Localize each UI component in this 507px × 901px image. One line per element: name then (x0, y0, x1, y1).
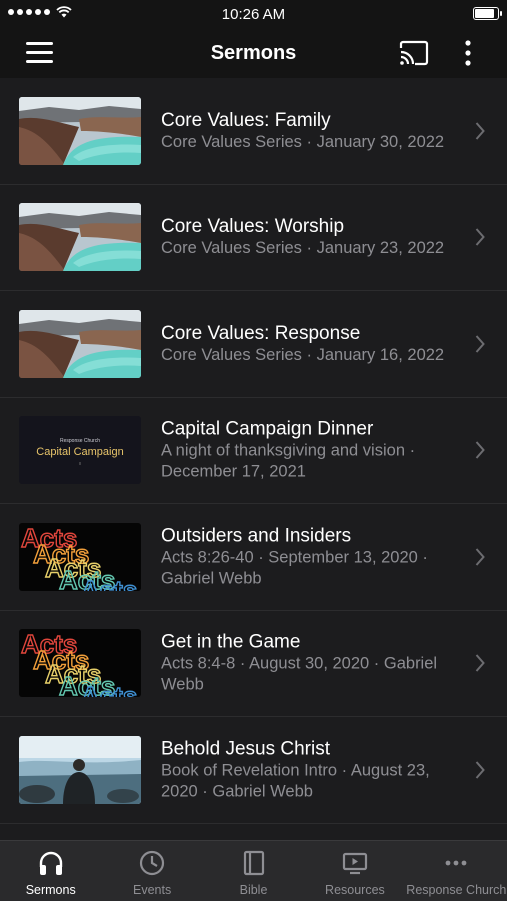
chevron-right-icon (475, 228, 485, 246)
sermon-row-6[interactable]: Behold Jesus Christ Book of Revelation In… (0, 717, 507, 824)
sermon-thumbnail: Response Church Capital Campaign (19, 416, 141, 485)
more-vertical-icon[interactable] (458, 39, 478, 67)
chevron-right-icon (475, 122, 485, 140)
sermon-title: Core Values: Family (161, 109, 331, 131)
sermon-subtitle: A night of thanksgiving and vision · Dec… (161, 441, 416, 481)
chevron-right-icon (475, 548, 485, 566)
svg-text:Acts: Acts (81, 681, 137, 697)
wifi-icon (56, 6, 72, 18)
sermon-thumbnail (19, 203, 141, 272)
tab-events[interactable]: Events (101, 841, 202, 901)
signal-wifi (8, 6, 72, 18)
sermon-title: Behold Jesus Christ (161, 738, 330, 760)
sermon-subtitle: Book of Revelation Intro · August 23, 20… (161, 761, 430, 801)
book-icon (243, 850, 264, 876)
chevron-right-icon (475, 441, 485, 459)
sermon-thumbnail: Acts Acts Acts Acts Acts (19, 629, 141, 698)
clock-icon (140, 850, 165, 876)
nav-bar: Sermons (0, 28, 507, 78)
sermon-subtitle: Core Values Series · January 30, 2022 (161, 132, 445, 151)
tv-play-icon (342, 852, 368, 875)
sermon-row-5[interactable]: Acts Acts Acts Acts Acts Get in the Game… (0, 611, 507, 717)
headphones-icon (39, 851, 62, 875)
sermon-row-2[interactable]: Core Values: Response Core Values Series … (0, 291, 507, 398)
sermon-title: Outsiders and Insiders (161, 525, 352, 547)
svg-text:Capital Campaign: Capital Campaign (36, 446, 123, 458)
tab-label: Resources (325, 883, 385, 897)
more-horizontal-icon (445, 860, 467, 866)
sermon-title: Capital Campaign Dinner (161, 418, 374, 440)
page-title: Sermons (210, 41, 297, 64)
sermon-row-4[interactable]: Acts Acts Acts Acts Acts Outsiders and I… (0, 504, 507, 611)
sermon-row-0[interactable]: Core Values: Family Core Values Series · … (0, 78, 507, 185)
sermon-subtitle: Core Values Series · January 23, 2022 (161, 239, 445, 258)
tab-label: Response Church (406, 883, 507, 897)
tab-sermons[interactable]: Sermons (0, 841, 101, 901)
tab-resources[interactable]: Resources (304, 841, 405, 901)
sermon-thumbnail (19, 735, 141, 804)
battery-icon (473, 7, 502, 20)
chevron-right-icon (475, 761, 485, 779)
sermon-title: Core Values: Worship (161, 216, 345, 238)
svg-text:Acts: Acts (81, 575, 137, 591)
cast-icon[interactable] (398, 39, 430, 67)
sermon-row-1[interactable]: Core Values: Worship Core Values Series ·… (0, 185, 507, 291)
sermon-subtitle: Acts 8:4-8 · August 30, 2020 · Gabriel W… (161, 654, 438, 694)
sermon-thumbnail (19, 96, 141, 165)
tab-bible[interactable]: Bible (203, 841, 304, 901)
tab-bar: Sermons Events Bible Resources Response … (0, 840, 507, 901)
sermon-subtitle: Acts 8:26-40 · September 13, 2020 · Gabr… (161, 548, 428, 588)
chevron-right-icon (475, 335, 485, 353)
tab-label: Bible (239, 883, 268, 897)
chevron-right-icon (475, 654, 485, 672)
tab-label: Sermons (25, 883, 76, 897)
sermon-list: Core Values: Family Core Values Series · … (0, 78, 507, 840)
status-bar: 10:26 AM (0, 0, 507, 28)
tab-label: Events (133, 883, 172, 897)
svg-text:Response Church: Response Church (60, 438, 100, 444)
sermon-thumbnail (19, 309, 141, 378)
sermon-title: Get in the Game (161, 631, 301, 653)
tab-response-church[interactable]: Response Church (406, 841, 507, 901)
sermon-thumbnail: Acts Acts Acts Acts Acts (19, 522, 141, 591)
sermon-row-3[interactable]: Response Church Capital Campaign Capital… (0, 398, 507, 504)
status-time: 10:26 AM (221, 5, 286, 23)
sermon-title: Core Values: Response (161, 322, 361, 344)
menu-icon[interactable] (26, 42, 53, 63)
signal-icon (8, 9, 50, 15)
sermon-subtitle: Core Values Series · January 16, 2022 (161, 345, 445, 364)
